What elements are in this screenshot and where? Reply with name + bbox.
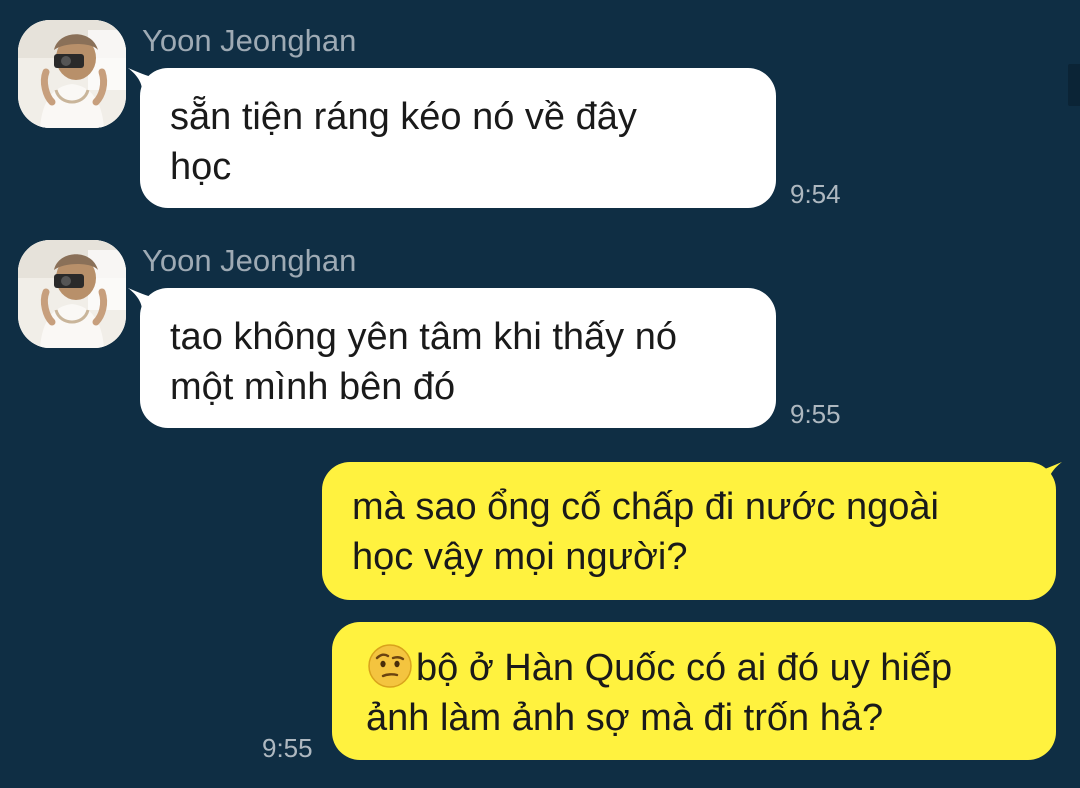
message-timestamp: 9:54: [790, 179, 841, 209]
sender-name: Yoon Jeonghan: [142, 243, 357, 278]
message-bubble[interactable]: tao không yên tâm khi thấy nó một mình b…: [140, 288, 776, 428]
avatar-photo: [18, 240, 126, 348]
chat-view[interactable]: Yoon Jeonghan sẵn tiện ráng kéo nó về đâ…: [0, 0, 1080, 788]
message-text-line: tao không yên tâm khi thấy nó: [170, 316, 677, 358]
message-text-line: ảnh làm ảnh sợ mà đi trốn hả?: [366, 697, 884, 739]
scrollbar-thumb[interactable]: [1068, 64, 1080, 106]
message-bubble[interactable]: bộ ở Hàn Quốc có ai đó uy hiếp ảnh làm ả…: [332, 622, 1056, 760]
message-text-line: học: [170, 146, 232, 188]
message-text-line: một mình bên đó: [170, 366, 456, 408]
avatar[interactable]: [18, 20, 126, 128]
avatar[interactable]: [18, 240, 126, 348]
message-text-line: sẵn tiện ráng kéo nó về đây: [170, 96, 637, 138]
message-timestamp: 9:55: [790, 399, 841, 429]
avatar-photo: [18, 20, 126, 128]
face-with-raised-eyebrow-icon: [368, 644, 412, 688]
message-text-line: bộ ở Hàn Quốc có ai đó uy hiếp: [366, 642, 1026, 693]
message-text-line: mà sao ổng cố chấp đi nước ngoài: [352, 486, 939, 528]
message-bubble[interactable]: sẵn tiện ráng kéo nó về đây học: [140, 68, 776, 208]
message-bubble[interactable]: mà sao ổng cố chấp đi nước ngoài học vậy…: [322, 462, 1056, 600]
sender-name: Yoon Jeonghan: [142, 23, 357, 58]
message-timestamp: 9:55: [262, 733, 313, 763]
message-text-line: học vậy mọi người?: [352, 536, 688, 578]
message-text: bộ ở Hàn Quốc có ai đó uy hiếp: [416, 647, 953, 689]
